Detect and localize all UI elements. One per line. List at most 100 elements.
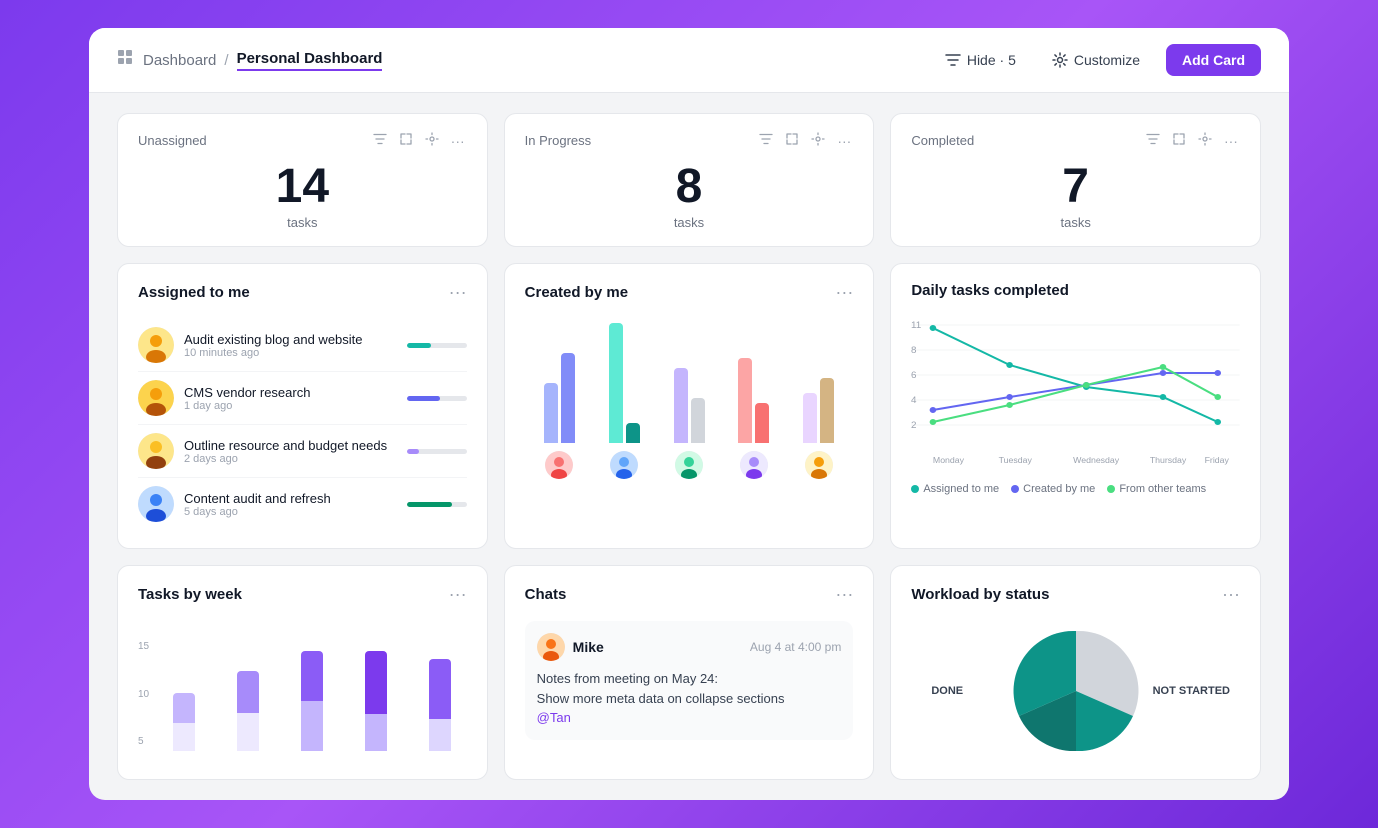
task-item-4[interactable]: Content audit and refresh 5 days ago — [138, 478, 467, 530]
expand-btn-unassigned[interactable] — [397, 130, 415, 151]
task-name-4: Content audit and refresh — [184, 491, 397, 506]
week-bar-5-bot — [429, 719, 451, 751]
week-bar-1 — [157, 651, 211, 751]
week-bar-4-bot — [365, 714, 387, 751]
task-name-2: CMS vendor research — [184, 385, 397, 400]
add-card-button[interactable]: Add Card — [1166, 44, 1261, 76]
svg-text:Friday: Friday — [1205, 455, 1230, 465]
bar-3b — [691, 398, 705, 443]
bar-1b — [561, 353, 575, 443]
breadcrumb-parent[interactable]: Dashboard — [143, 52, 216, 69]
more-btn-inprogress[interactable]: ··· — [835, 131, 853, 151]
svg-text:11: 11 — [911, 319, 921, 329]
expand-btn-completed[interactable] — [1170, 130, 1188, 151]
task-time-1: 10 minutes ago — [184, 347, 397, 359]
hide-button[interactable]: Hide · 5 — [935, 46, 1026, 74]
expand-btn-inprogress[interactable] — [783, 130, 801, 151]
pie-chart-container: DONE NOT STARTED — [911, 621, 1240, 761]
created-card-title: Created by me — [525, 284, 628, 301]
settings-btn-inprogress[interactable] — [809, 130, 827, 151]
stat-label-unassigned: tasks — [138, 215, 467, 230]
customize-button[interactable]: Customize — [1042, 46, 1150, 74]
y-axis: 15 10 5 — [138, 641, 149, 751]
stat-title-unassigned: Unassigned — [138, 133, 207, 148]
assigned-to-me-card: Assigned to me ··· Audit existing blog a… — [117, 263, 488, 549]
bar-4b — [755, 403, 769, 443]
filter-btn-unassigned[interactable] — [371, 130, 389, 151]
stat-icons-inprogress: ··· — [757, 130, 853, 151]
avatar-4 — [138, 486, 174, 522]
bottom-row: Tasks by week ··· 15 10 5 — [117, 565, 1261, 780]
bar-5b — [820, 378, 834, 443]
main-container: Dashboard / Personal Dashboard Hide · 5 … — [89, 28, 1289, 800]
created-menu-button[interactable]: ··· — [835, 282, 853, 303]
task-item-1[interactable]: Audit existing blog and website 10 minut… — [138, 319, 467, 372]
chat-avatar — [537, 633, 565, 661]
chat-line1: Notes from meeting on May 24: — [537, 669, 842, 689]
pie-label-done: DONE — [931, 685, 963, 697]
chats-menu[interactable]: ··· — [835, 584, 853, 605]
week-bars — [157, 641, 467, 751]
task-name-3: Outline resource and budget needs — [184, 438, 397, 453]
daily-tasks-card: Daily tasks completed 11 8 6 4 — [890, 263, 1261, 549]
week-bar-2 — [221, 651, 275, 751]
bar-group-4 — [729, 313, 778, 479]
chats-title: Chats — [525, 586, 567, 603]
more-btn-completed[interactable]: ··· — [1222, 131, 1240, 151]
assigned-card-title: Assigned to me — [138, 284, 250, 301]
legend-other: From other teams — [1107, 483, 1206, 495]
legend-dot-created — [1011, 485, 1019, 493]
week-bar-1-bot — [173, 723, 195, 751]
workload-title: Workload by status — [911, 586, 1049, 603]
svg-text:Wednesday: Wednesday — [1073, 455, 1120, 465]
tasks-by-week-card: Tasks by week ··· 15 10 5 — [117, 565, 488, 780]
progress-fill-2 — [407, 396, 440, 401]
filter-btn-inprogress[interactable] — [757, 130, 775, 151]
bar-5a — [803, 393, 817, 443]
chat-message-text: Notes from meeting on May 24: Show more … — [537, 669, 842, 728]
breadcrumb-sep: / — [224, 52, 228, 69]
workload-menu[interactable]: ··· — [1222, 584, 1240, 605]
stat-label-inprogress: tasks — [525, 215, 854, 230]
week-bar-5 — [413, 651, 467, 751]
avatar-1 — [138, 327, 174, 363]
week-bar-4 — [349, 651, 403, 751]
bar-group-1 — [535, 313, 584, 479]
chart-legend: Assigned to me Created by me From other … — [911, 483, 1240, 495]
y-label-10: 10 — [138, 689, 149, 700]
customize-label: Customize — [1074, 52, 1140, 68]
bar-avatar-1 — [545, 451, 573, 479]
chat-user: Mike — [537, 633, 604, 661]
stat-title-inprogress: In Progress — [525, 133, 591, 148]
progress-bar-3 — [407, 449, 467, 454]
settings-btn-completed[interactable] — [1196, 130, 1214, 151]
progress-bar-1 — [407, 343, 467, 348]
stat-card-completed: Completed ··· 7 ta — [890, 113, 1261, 247]
bar-3a — [674, 368, 688, 443]
hide-label: Hide · 5 — [967, 52, 1016, 68]
svg-text:4: 4 — [911, 394, 916, 404]
filter-btn-completed[interactable] — [1144, 130, 1162, 151]
task-time-3: 2 days ago — [184, 453, 397, 465]
chat-mention[interactable]: @Tan — [537, 708, 842, 728]
created-by-me-card: Created by me ··· — [504, 263, 875, 549]
more-btn-unassigned[interactable]: ··· — [449, 131, 467, 151]
assigned-menu-button[interactable]: ··· — [449, 282, 467, 303]
tasks-week-title: Tasks by week — [138, 586, 242, 603]
pie-label-not-started: NOT STARTED — [1153, 685, 1230, 697]
middle-row: Assigned to me ··· Audit existing blog a… — [117, 263, 1261, 549]
week-bar-3-top — [301, 651, 323, 701]
line-chart-svg: 11 8 6 4 2 Monday Tuesday Wednesday Thur… — [911, 315, 1240, 470]
chat-message-card: Mike Aug 4 at 4:00 pm Notes from meeting… — [525, 621, 854, 740]
task-item-3[interactable]: Outline resource and budget needs 2 days… — [138, 425, 467, 478]
legend-dot-other — [1107, 485, 1115, 493]
chat-header-row: Mike Aug 4 at 4:00 pm — [537, 633, 842, 661]
task-item-2[interactable]: CMS vendor research 1 day ago — [138, 372, 467, 425]
progress-fill-1 — [407, 343, 431, 348]
workload-card: Workload by status ··· DONE — [890, 565, 1261, 780]
tasks-week-menu[interactable]: ··· — [449, 584, 467, 605]
chats-card: Chats ··· Mike Aug 4 at 4:00 pm — [504, 565, 875, 780]
settings-btn-unassigned[interactable] — [423, 130, 441, 151]
header: Dashboard / Personal Dashboard Hide · 5 … — [89, 28, 1289, 93]
avatar-3 — [138, 433, 174, 469]
